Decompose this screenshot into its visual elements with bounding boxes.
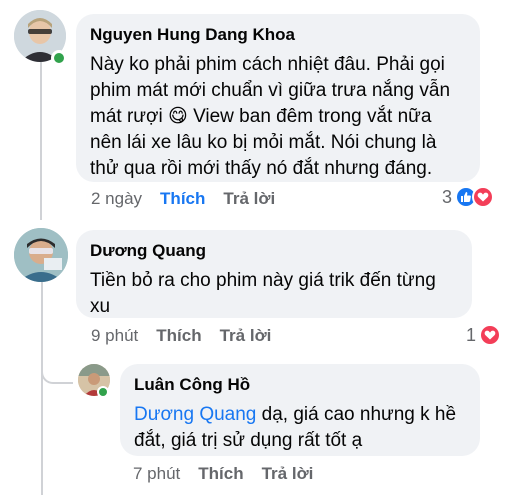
- reaction-count: 3: [442, 186, 453, 207]
- reply-button[interactable]: Trả lời: [220, 326, 272, 346]
- like-button[interactable]: Thích: [198, 464, 243, 484]
- emoji-icon: 😋: [167, 106, 188, 127]
- comment-author[interactable]: Dương Quang: [90, 240, 458, 262]
- like-button[interactable]: Thích: [156, 326, 201, 346]
- reply-bubble: Luân Công Hồ Dương Quang dạ, giá cao như…: [120, 364, 480, 456]
- reply-button[interactable]: Trả lời: [223, 189, 275, 209]
- thread-connector: [41, 282, 43, 495]
- thread-connector: [40, 62, 42, 220]
- reply-connector: [41, 366, 73, 384]
- reaction-count: 1: [466, 324, 477, 345]
- comment-actions: 2 ngày Thích Trả lời: [91, 189, 293, 209]
- avatar[interactable]: [14, 228, 68, 282]
- online-status-icon: [97, 386, 109, 398]
- comment-bubble: Dương Quang Tiền bỏ ra cho phim này giá …: [76, 230, 472, 318]
- comment-text: Tiền bỏ ra cho phim này giá trik đến từn…: [90, 270, 436, 317]
- reaction-summary[interactable]: 1: [466, 324, 502, 346]
- comment-actions: 9 phút Thích Trả lời: [91, 326, 289, 346]
- comment-bubble: Nguyen Hung Dang Khoa Này ko phải phim c…: [76, 14, 480, 182]
- love-reaction-icon: [472, 186, 495, 208]
- love-reaction-icon: [479, 324, 502, 346]
- comment-timestamp[interactable]: 2 ngày: [91, 189, 142, 209]
- comment-author[interactable]: Nguyen Hung Dang Khoa: [90, 24, 466, 46]
- mention-link[interactable]: Dương Quang: [134, 404, 256, 425]
- reaction-summary[interactable]: 3: [442, 186, 495, 208]
- comment-timestamp[interactable]: 9 phút: [91, 326, 138, 346]
- like-button[interactable]: Thích: [160, 189, 205, 209]
- comment-text: Dương Quang dạ, giá cao nhưng k hề đắt, …: [134, 404, 457, 451]
- comment-text: Này ko phải phim cách nhiệt đâu. Phải gọ…: [90, 54, 451, 179]
- comment-timestamp[interactable]: 7 phút: [133, 464, 180, 484]
- comment-actions: 7 phút Thích Trả lời: [133, 464, 331, 484]
- comment-thread: Nguyen Hung Dang Khoa Này ko phải phim c…: [0, 0, 512, 495]
- comment-author[interactable]: Luân Công Hồ: [134, 374, 466, 396]
- online-status-icon: [51, 50, 67, 66]
- reply-button[interactable]: Trả lời: [262, 464, 314, 484]
